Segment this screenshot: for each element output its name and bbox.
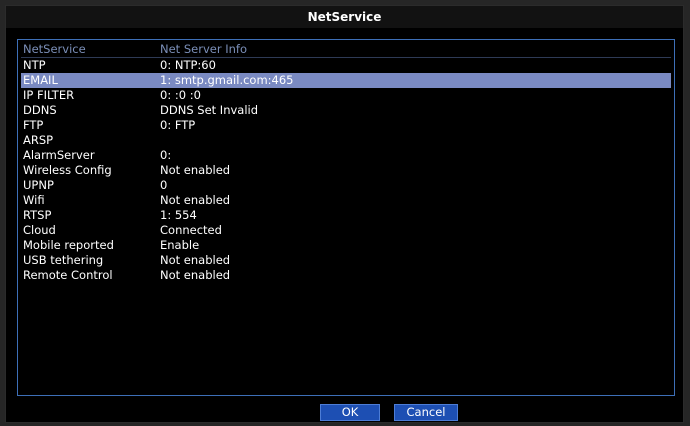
row-info: 0: FTP	[160, 118, 196, 132]
row-info: Not enabled	[160, 268, 231, 282]
row-name: UPNP	[23, 178, 54, 192]
row-name: RTSP	[23, 208, 52, 222]
list-row-email[interactable]: EMAIL 1: smtp.gmail.com:465	[21, 73, 671, 88]
row-info: 1: smtp.gmail.com:465	[160, 73, 294, 87]
row-name: FTP	[23, 118, 44, 132]
row-info: DDNS Set Invalid	[160, 103, 259, 117]
row-name: IP FILTER	[23, 88, 75, 102]
list-row-upnp[interactable]: UPNP 0	[21, 178, 671, 193]
row-info: 0: NTP:60	[160, 58, 216, 72]
row-name: Mobile reported	[23, 238, 114, 252]
header-net-server-info: Net Server Info	[160, 42, 247, 56]
netservice-list[interactable]: NetService Net Server Info NTP 0: NTP:60…	[17, 39, 675, 396]
cancel-button[interactable]: Cancel	[394, 404, 458, 421]
list-row-ftp[interactable]: FTP 0: FTP	[21, 118, 671, 133]
row-info: 0	[160, 178, 168, 192]
row-info: Enable	[160, 238, 200, 252]
row-name: Wifi	[23, 193, 45, 207]
list-row-ntp[interactable]: NTP 0: NTP:60	[21, 58, 671, 73]
row-info: Not enabled	[160, 193, 231, 207]
row-name: Remote Control	[23, 268, 113, 282]
list-row-remote-control[interactable]: Remote Control Not enabled	[21, 268, 671, 283]
ok-button[interactable]: OK	[320, 404, 380, 421]
row-name: AlarmServer	[23, 148, 95, 162]
list-row-wireless-config[interactable]: Wireless Config Not enabled	[21, 163, 671, 178]
row-name: ARSP	[23, 133, 54, 147]
row-name: EMAIL	[23, 73, 58, 87]
row-info: 1: 554	[160, 208, 197, 222]
list-row-usb-tethering[interactable]: USB tethering Not enabled	[21, 253, 671, 268]
list-row-rtsp[interactable]: RTSP 1: 554	[21, 208, 671, 223]
list-row-ip-filter[interactable]: IP FILTER 0: :0 :0	[21, 88, 671, 103]
row-info: Not enabled	[160, 163, 231, 177]
row-info: Connected	[160, 223, 222, 237]
list-row-wifi[interactable]: Wifi Not enabled	[21, 193, 671, 208]
netservice-dialog: NetService NetService Net Server Info NT…	[5, 5, 684, 423]
row-name: NTP	[23, 58, 46, 72]
row-info: Not enabled	[160, 253, 231, 267]
list-row-ddns[interactable]: DDNS DDNS Set Invalid	[21, 103, 671, 118]
row-name: Cloud	[23, 223, 56, 237]
list-row-mobile-reported[interactable]: Mobile reported Enable	[21, 238, 671, 253]
row-name: DDNS	[23, 103, 57, 117]
row-name: Wireless Config	[23, 163, 112, 177]
row-name: USB tethering	[23, 253, 104, 267]
header-netservice: NetService	[23, 42, 86, 56]
row-info: 0: :0 :0	[160, 88, 201, 102]
row-info: 0:	[160, 148, 172, 162]
list-header: NetService Net Server Info	[21, 42, 671, 58]
list-row-cloud[interactable]: Cloud Connected	[21, 223, 671, 238]
dialog-title: NetService	[6, 6, 683, 28]
list-row-arsp[interactable]: ARSP	[21, 133, 671, 148]
list-row-alarmserver[interactable]: AlarmServer 0:	[21, 148, 671, 163]
